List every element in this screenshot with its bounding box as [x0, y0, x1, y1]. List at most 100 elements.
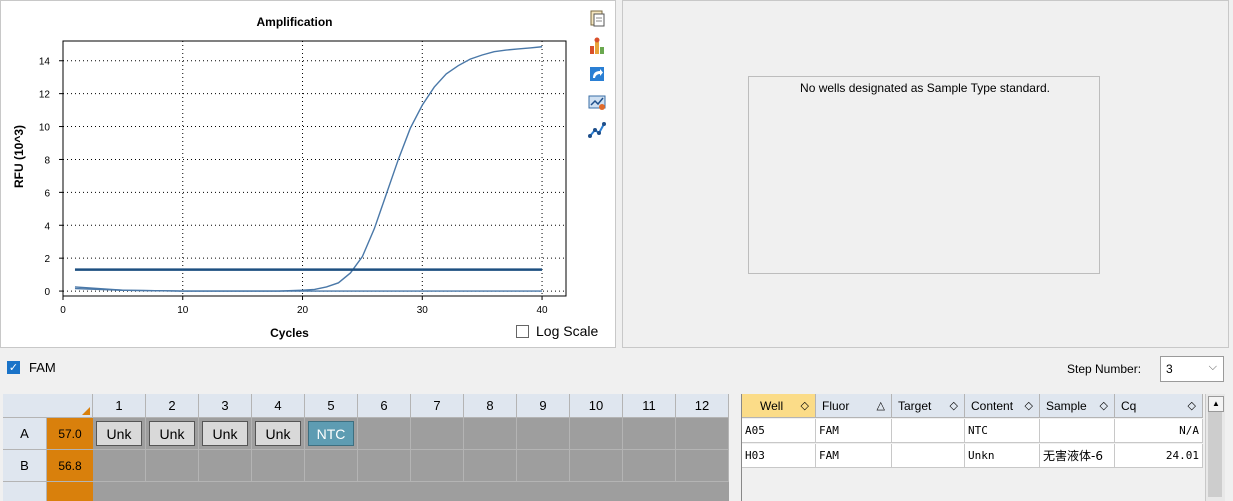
table-header-sample[interactable]: Sample ◇ [1040, 394, 1115, 418]
y-tick-label: 12 [39, 90, 51, 101]
table-cell[interactable]: N/A [1115, 419, 1203, 443]
table-cell[interactable]: 无害液体-6 [1040, 444, 1115, 468]
table-header-target[interactable]: Target ◇ [892, 394, 965, 418]
plate-column-header[interactable]: 11 [623, 394, 676, 418]
plate-column-header[interactable]: 7 [411, 394, 464, 418]
sort-icon[interactable]: ◇ [1188, 394, 1196, 418]
well-content-label[interactable]: NTC [308, 421, 354, 446]
plate-column-header[interactable]: 12 [676, 394, 729, 418]
plate-well[interactable] [411, 450, 464, 482]
plate-well[interactable] [570, 418, 623, 450]
plate-row-header[interactable] [3, 482, 47, 501]
table-cell[interactable]: Unkn [965, 444, 1040, 468]
copy-icon[interactable] [587, 8, 607, 28]
plate-column-header[interactable]: 8 [464, 394, 517, 418]
well-content-label[interactable]: Unk [149, 421, 195, 446]
plate-well[interactable]: Unk [93, 418, 146, 450]
plate-well[interactable]: Unk [199, 418, 252, 450]
sort-icon[interactable]: △ [877, 394, 885, 418]
table-cell[interactable] [892, 419, 965, 443]
plate-well[interactable] [676, 418, 729, 450]
sort-icon[interactable]: ◇ [801, 394, 809, 418]
plate-well[interactable] [93, 450, 146, 482]
table-cell[interactable]: A05 [742, 419, 816, 443]
plate-grid: 1 2 3 4 5 6 7 8 9 10 11 12 A 57.0 Unk Unk Unk Unk NTC B 56.8 [3, 394, 729, 501]
header-label: Well [760, 399, 784, 413]
table-scrollbar[interactable]: ▲ [1205, 394, 1225, 501]
well-content-label[interactable]: Unk [255, 421, 301, 446]
table-cell[interactable]: H03 [742, 444, 816, 468]
table-cell[interactable] [892, 444, 965, 468]
y-tick-label: 2 [44, 254, 50, 265]
plate-well[interactable] [517, 418, 570, 450]
sort-icon[interactable]: ◇ [1100, 394, 1108, 418]
plate-well[interactable] [411, 418, 464, 450]
plate-well[interactable] [464, 418, 517, 450]
plate-well[interactable] [358, 418, 411, 450]
plate-column-header[interactable]: 9 [517, 394, 570, 418]
plate-well[interactable] [146, 450, 199, 482]
scroll-up-icon[interactable]: ▲ [1208, 396, 1224, 412]
export-chart-icon[interactable] [587, 36, 607, 56]
plate-well[interactable]: Unk [252, 418, 305, 450]
plate-well[interactable]: Unk [146, 418, 199, 450]
plate-well[interactable] [305, 450, 358, 482]
table-header-well[interactable]: Well ◇ [742, 394, 816, 418]
plate-well[interactable] [623, 450, 676, 482]
plate-row-header[interactable]: A [3, 418, 47, 450]
table-cell[interactable]: NTC [965, 419, 1040, 443]
scroll-thumb[interactable] [1208, 412, 1222, 497]
table-cell[interactable]: FAM [816, 419, 892, 443]
plate-well[interactable] [199, 450, 252, 482]
chart-settings-icon[interactable] [587, 92, 607, 112]
plate-well[interactable] [252, 450, 305, 482]
plate-well[interactable] [570, 450, 623, 482]
y-tick-label: 8 [44, 155, 50, 166]
fam-checkbox[interactable]: ✓ [7, 361, 20, 374]
plate-column-header[interactable]: 1 [93, 394, 146, 418]
sort-icon[interactable]: ◇ [950, 394, 958, 418]
no-standard-message: No wells designated as Sample Type stand… [800, 81, 1050, 95]
table-header-content[interactable]: Content ◇ [965, 394, 1040, 418]
trace-styles-icon[interactable] [587, 120, 607, 140]
plate-well[interactable] [623, 418, 676, 450]
fam-filter[interactable]: ✓ FAM [7, 360, 56, 375]
step-number-value: 3 [1166, 362, 1173, 376]
x-tick-label: 0 [60, 305, 66, 316]
log-scale-toggle[interactable]: Log Scale [516, 323, 598, 339]
row-temperature: 57.0 [47, 418, 93, 450]
plate-well[interactable] [517, 450, 570, 482]
row-temperature: 56.8 [47, 450, 93, 482]
plate-column-header[interactable]: 2 [146, 394, 199, 418]
plate-column-header[interactable]: 6 [358, 394, 411, 418]
plate-well[interactable] [464, 450, 517, 482]
y-tick-label: 0 [44, 287, 50, 298]
plate-row-header[interactable]: B [3, 450, 47, 482]
well-content-label[interactable]: Unk [96, 421, 142, 446]
log-scale-checkbox[interactable] [516, 324, 529, 338]
plate-column-header[interactable]: 4 [252, 394, 305, 418]
plate-well[interactable] [358, 450, 411, 482]
y-tick-label: 10 [39, 123, 51, 134]
plate-column-header[interactable]: 3 [199, 394, 252, 418]
refresh-icon[interactable] [587, 64, 607, 84]
table-cell[interactable]: FAM [816, 444, 892, 468]
table-header-cq[interactable]: Cq ◇ [1115, 394, 1203, 418]
results-table: Well ◇ Fluor △ Target ◇ Content ◇ Sample ◇ Cq ◇ A05 F… [741, 394, 1205, 501]
x-tick-label: 40 [536, 305, 548, 316]
table-header-fluor[interactable]: Fluor △ [816, 394, 892, 418]
table-cell[interactable] [1040, 419, 1115, 443]
plate-well[interactable] [676, 450, 729, 482]
table-cell[interactable]: 24.01 [1115, 444, 1203, 468]
log-scale-label: Log Scale [536, 323, 599, 339]
plate-well[interactable]: NTC [305, 418, 358, 450]
plate-column-header[interactable]: 5 [305, 394, 358, 418]
x-tick-label: 10 [177, 305, 189, 316]
sort-icon[interactable]: ◇ [1025, 394, 1033, 418]
plate-column-header[interactable]: 10 [570, 394, 623, 418]
header-label: Cq [1121, 399, 1137, 413]
filter-row [0, 352, 1233, 386]
well-content-label[interactable]: Unk [202, 421, 248, 446]
amplification-panel: 0 2 4 6 8 10 12 14 0 10 20 30 40 Amplification Cycles R… [0, 0, 616, 348]
step-number-select[interactable]: 3 ⌵ [1160, 356, 1224, 382]
